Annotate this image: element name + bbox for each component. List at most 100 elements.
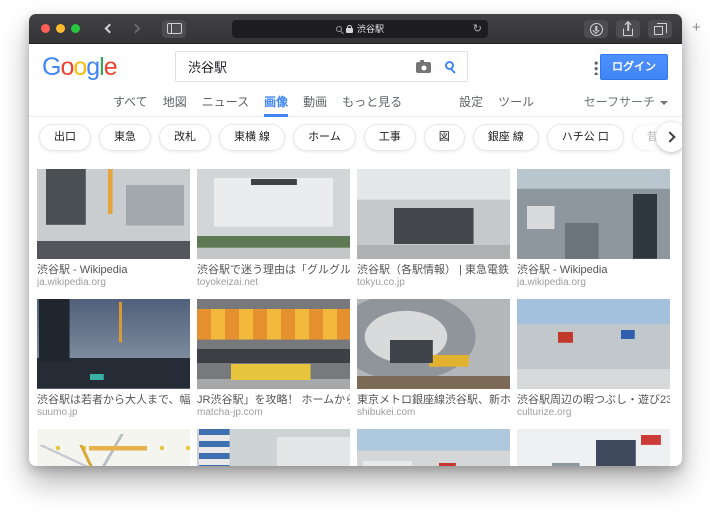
result-title[interactable]: 渋谷駅（各駅情報） | 東急電鉄 xyxy=(357,264,510,277)
chevron-right-icon xyxy=(663,131,676,143)
result-domain: tokyu.co.jp xyxy=(357,277,405,288)
camera-search-icon[interactable] xyxy=(416,60,431,73)
result-title[interactable]: 渋谷駅で迷う理由は「グルグル回転」にあった | 駅・... xyxy=(197,264,350,277)
result-domain: ja.wikipedia.org xyxy=(517,277,586,288)
image-result: 渋谷駅は若者から大人まで、幅広い層が... suumo.jp xyxy=(37,299,190,419)
reload-button[interactable]: ↻ xyxy=(473,22,482,35)
result-photo-jr-billboards[interactable] xyxy=(197,299,350,389)
result-domain: shibukei.com xyxy=(357,407,416,418)
chip-map[interactable]: 図 xyxy=(423,123,465,151)
desktop-background: + 渋谷駅 ↻ Google 渋谷駅 ログイン すべて 地図 ニュース 画像 動… xyxy=(0,0,710,517)
sidebar-button[interactable] xyxy=(162,19,186,38)
results-tabbar: すべて 地図 ニュース 画像 動画 もっと見る 設定 ツール セーフサーチ xyxy=(29,91,682,117)
result-photo-red-signs[interactable] xyxy=(357,429,510,466)
tab-images[interactable]: 画像 xyxy=(264,91,289,117)
image-result: JR渋谷駅」を攻略！ ホームから主要改... matcha-jp.com xyxy=(197,299,350,419)
result-photo-construction[interactable] xyxy=(357,299,510,389)
logo-letter: G xyxy=(42,53,61,81)
lock-icon xyxy=(345,24,353,33)
safari-window: 渋谷駅 ↻ Google ログイン すべて 地図 ニュース xyxy=(29,14,682,466)
result-domain: suumo.jp xyxy=(37,407,78,418)
result-photo-sunny-crossing[interactable] xyxy=(517,299,670,389)
image-result: 渋谷駅周辺の暇つぶし・遊び23選：1人・友達... culturize.org xyxy=(517,299,670,419)
safesearch-label: セーフサーチ xyxy=(583,95,655,109)
result-title[interactable]: 渋谷駅周辺の暇つぶし・遊び23選：1人・友達... xyxy=(517,394,670,407)
close-window-button[interactable] xyxy=(41,24,50,33)
result-photo-green-roof[interactable] xyxy=(197,429,350,466)
result-photo-route-map[interactable] xyxy=(37,429,190,466)
logo-letter: g xyxy=(86,53,100,81)
settings-menu[interactable]: 設定 xyxy=(459,91,483,110)
chip-ginza-line[interactable]: 銀座 線 xyxy=(472,123,539,151)
tab-overview-button[interactable] xyxy=(648,20,672,38)
minimize-window-button[interactable] xyxy=(56,24,65,33)
share-icon xyxy=(623,27,633,36)
image-result xyxy=(517,429,670,466)
image-result: 渋谷駅で迷う理由は「グルグル回転」にあった | 駅・... toyokeizai… xyxy=(197,169,350,289)
search-submit-icon[interactable] xyxy=(445,61,454,70)
result-title[interactable]: 東京メトロ銀座線渋谷駅、新ホーム頭上に「... xyxy=(357,394,510,407)
traffic-lights xyxy=(41,24,80,33)
chip-tokyu[interactable]: 東急 xyxy=(99,123,151,151)
tab-news[interactable]: ニュース xyxy=(202,91,249,110)
logo-letter: e xyxy=(103,53,118,81)
result-photo-shibuya-crossing[interactable] xyxy=(37,169,190,259)
result-title[interactable]: 渋谷駅 - Wikipedia xyxy=(37,264,190,277)
result-photo-station-entrance[interactable] xyxy=(357,169,510,259)
result-photo-aerial-view[interactable] xyxy=(517,169,670,259)
forward-icon xyxy=(130,23,140,34)
share-button[interactable] xyxy=(616,20,640,38)
image-result xyxy=(37,429,190,466)
tab-all[interactable]: すべて xyxy=(113,91,148,110)
logo-letter: o xyxy=(60,53,74,81)
chevron-down-icon xyxy=(660,100,668,105)
result-domain: culturize.org xyxy=(517,407,572,418)
new-tab-plus-icon[interactable]: + xyxy=(692,19,701,36)
image-result: 渋谷駅（各駅情報） | 東急電鉄 tokyu.co.jp xyxy=(357,169,510,289)
chip-platform[interactable]: ホーム xyxy=(293,123,356,151)
chip-exit[interactable]: 出口 xyxy=(39,123,91,151)
back-button[interactable] xyxy=(96,20,120,38)
logo-letter: o xyxy=(73,53,87,81)
chip-gate[interactable]: 改札 xyxy=(159,123,211,151)
search-box xyxy=(175,51,468,82)
tabs-icon xyxy=(654,23,667,35)
image-result: 渋谷駅 - Wikipedia ja.wikipedia.org xyxy=(517,169,670,289)
back-icon xyxy=(104,23,115,34)
tab-videos[interactable]: 動画 xyxy=(303,91,327,110)
sidebar-icon xyxy=(166,23,182,34)
result-photo-towers[interactable] xyxy=(517,429,670,466)
google-header: Google ログイン xyxy=(29,44,682,91)
chip-hachiko-exit[interactable]: ハチ公 口 xyxy=(546,123,624,151)
result-photo-tokyu-building[interactable] xyxy=(197,169,350,259)
result-domain: ja.wikipedia.org xyxy=(37,277,106,288)
browser-titlebar: 渋谷駅 ↻ xyxy=(29,14,682,44)
result-domain: toyokeizai.net xyxy=(197,277,259,288)
address-bar[interactable]: 渋谷駅 ↻ xyxy=(232,20,488,38)
tab-maps[interactable]: 地図 xyxy=(163,91,187,110)
safesearch-menu[interactable]: セーフサーチ xyxy=(584,91,668,110)
zoom-window-button[interactable] xyxy=(71,24,80,33)
image-result: 東京メトロ銀座線渋谷駅、新ホーム頭上に「... shibukei.com xyxy=(357,299,510,419)
downloads-button[interactable] xyxy=(584,20,608,38)
image-result xyxy=(197,429,350,466)
related-chips-bar: 出口 東急 改札 東横 線 ホーム 工事 図 銀座 線 ハチ公 口 昔 半蔵門 … xyxy=(29,117,682,157)
result-domain: matcha-jp.com xyxy=(197,407,263,418)
search-icon xyxy=(335,26,342,32)
download-icon xyxy=(589,22,603,36)
google-logo[interactable]: Google xyxy=(42,53,118,82)
result-title[interactable]: JR渋谷駅」を攻略！ ホームから主要改... xyxy=(197,394,350,407)
forward-button[interactable] xyxy=(124,20,148,38)
image-result xyxy=(357,429,510,466)
chip-construction[interactable]: 工事 xyxy=(363,123,416,151)
login-button[interactable]: ログイン xyxy=(600,54,668,80)
address-bar-text: 渋谷駅 xyxy=(356,23,384,34)
result-title[interactable]: 渋谷駅 - Wikipedia xyxy=(517,264,670,277)
tools-menu[interactable]: ツール xyxy=(498,91,534,110)
chips-scroll-right-button[interactable] xyxy=(656,122,682,152)
chip-toyoko-line[interactable]: 東横 線 xyxy=(219,123,286,151)
result-photo-dusk-crossing[interactable] xyxy=(37,299,190,389)
tab-more[interactable]: もっと見る xyxy=(342,91,402,110)
result-title[interactable]: 渋谷駅は若者から大人まで、幅広い層が... xyxy=(37,394,190,407)
image-results-grid: 渋谷駅 - Wikipedia ja.wikipedia.org 渋谷駅で迷う理… xyxy=(37,169,674,466)
